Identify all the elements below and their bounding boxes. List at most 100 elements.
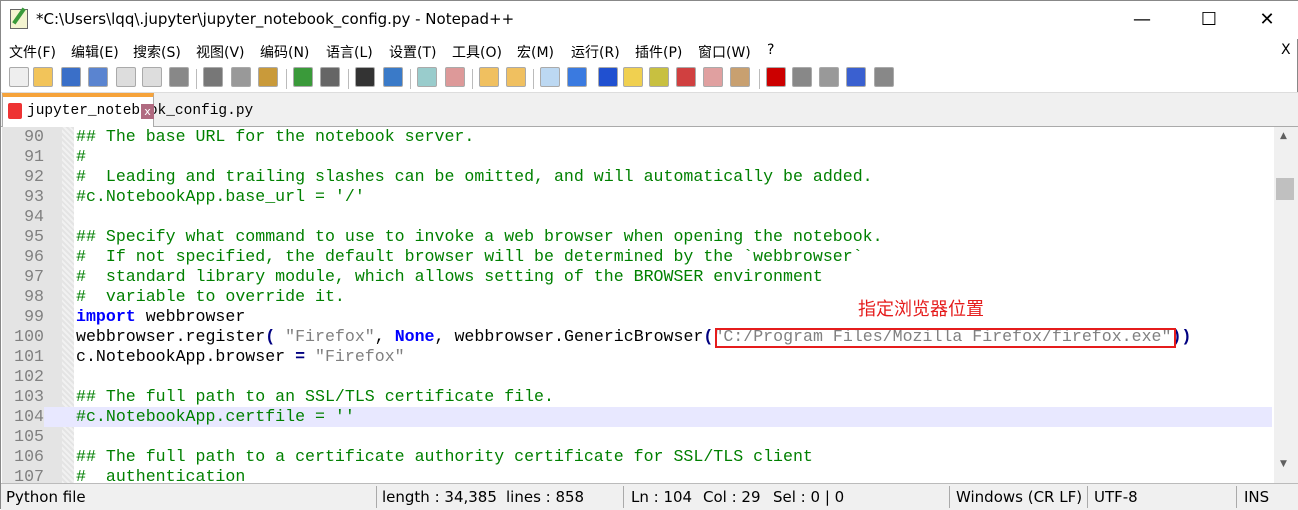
menu-bar: 文件(F) 编辑(E) 搜索(S) 视图(V) 编码(N) 语言(L) 设置(T… (1, 39, 1298, 63)
title-bar: *C:\Users\lqq\.jupyter\jupyter_notebook_… (1, 1, 1298, 39)
menu-help[interactable]: ? (767, 42, 774, 58)
code-token: ## The base URL for the notebook server. (76, 127, 475, 146)
zoom-in-icon[interactable] (417, 67, 437, 87)
menu-file[interactable]: 文件(F) (9, 42, 56, 62)
minimize-button[interactable]: — (1119, 5, 1165, 35)
replace-icon[interactable] (383, 67, 403, 87)
document-map-icon[interactable] (649, 67, 669, 87)
menu-language[interactable]: 语言(L) (326, 42, 373, 62)
code-line[interactable]: 102 (2, 367, 1272, 387)
menu-run[interactable]: 运行(R) (571, 42, 620, 62)
code-line[interactable]: 95 ## Specify what command to use to invo… (2, 227, 1272, 247)
line-number: 102 (2, 367, 44, 387)
line-code: # variable to override it. (76, 287, 345, 307)
line-number: 105 (2, 427, 44, 447)
code-editor[interactable]: 90 ## The base URL for the notebook serve… (2, 127, 1298, 483)
menu-settings[interactable]: 设置(T) (389, 42, 436, 62)
open-file-icon[interactable] (33, 67, 53, 87)
scroll-up-icon[interactable]: ▲ (1280, 131, 1287, 141)
tab-close-button[interactable]: x (141, 104, 154, 119)
line-number: 90 (2, 127, 44, 147)
run-macro-multiple-icon[interactable] (846, 67, 866, 87)
code-line[interactable]: 97 # standard library module, which allow… (2, 267, 1272, 287)
scroll-down-icon[interactable]: ▼ (1280, 459, 1287, 469)
line-code: #c.NotebookApp.base_url = '/' (76, 187, 365, 207)
menu-macro[interactable]: 宏(M) (517, 42, 554, 62)
monitoring-icon[interactable] (730, 67, 750, 87)
menu-encoding[interactable]: 编码(N) (260, 42, 309, 62)
code-line[interactable]: 103 ## The full path to an SSL/TLS certif… (2, 387, 1272, 407)
code-line[interactable]: 91 # (2, 147, 1272, 167)
code-line[interactable]: 90 ## The base URL for the notebook serve… (2, 127, 1272, 147)
code-token: ( (265, 327, 276, 346)
save-macro-icon[interactable] (874, 67, 894, 87)
play-macro-icon[interactable] (819, 67, 839, 87)
line-code: c.NotebookApp.browser = "Firefox" (76, 347, 405, 367)
line-number: 93 (2, 187, 44, 207)
close-button[interactable]: ✕ (1244, 5, 1290, 35)
maximize-button[interactable]: ☐ (1186, 5, 1232, 35)
code-line[interactable]: 96 # If not specified, the default browse… (2, 247, 1272, 267)
toolbar-separator (196, 69, 197, 89)
menu-plugins[interactable]: 插件(P) (635, 42, 682, 62)
toolbar-separator (533, 69, 534, 89)
vertical-scrollbar[interactable]: ▲ ▼ (1274, 127, 1298, 483)
save-icon[interactable] (61, 67, 81, 87)
close-all-icon[interactable] (142, 67, 162, 87)
language-define-icon[interactable] (623, 67, 643, 87)
code-line[interactable]: 106 ## The full path to a certificate aut… (2, 447, 1272, 467)
code-token: webbrowser (135, 307, 246, 326)
code-line[interactable]: 92 # Leading and trailing slashes can be … (2, 167, 1272, 187)
code-line[interactable]: 98 # variable to override it. (2, 287, 1272, 307)
code-line[interactable]: 93 #c.NotebookApp.base_url = '/' (2, 187, 1272, 207)
undo-icon[interactable] (293, 67, 313, 87)
code-line[interactable]: 94 (2, 207, 1272, 227)
line-code: # standard library module, which allows … (76, 267, 823, 287)
code-token: ## Specify what command to use to invoke… (76, 227, 883, 246)
line-number: 106 (2, 447, 44, 467)
menu-tools[interactable]: 工具(O) (452, 42, 502, 62)
annotation-label: 指定浏览器位置 (858, 299, 984, 320)
folder-workspace-icon[interactable] (703, 67, 723, 87)
new-file-icon[interactable] (9, 67, 29, 87)
close-icon[interactable] (116, 67, 136, 87)
sync-vertical-icon[interactable] (479, 67, 499, 87)
code-line[interactable]: 105 (2, 427, 1272, 447)
scrollbar-thumb[interactable] (1276, 178, 1294, 200)
code-line[interactable]: 107 # authentication (2, 467, 1272, 483)
line-code: #c.NotebookApp.certfile = '' (76, 407, 355, 427)
menu-search[interactable]: 搜索(S) (133, 42, 181, 62)
menu-edit[interactable]: 编辑(E) (71, 42, 119, 62)
indent-guide-icon[interactable] (598, 67, 618, 87)
cut-icon[interactable] (203, 67, 223, 87)
line-number: 92 (2, 167, 44, 187)
paste-icon[interactable] (258, 67, 278, 87)
status-column: Col : 29 (703, 488, 761, 506)
print-icon[interactable] (169, 67, 189, 87)
line-number: 97 (2, 267, 44, 287)
save-all-icon[interactable] (88, 67, 108, 87)
show-all-chars-icon[interactable] (567, 67, 587, 87)
code-token: "Firefox" (315, 347, 405, 366)
redo-icon[interactable] (320, 67, 340, 87)
record-macro-icon[interactable] (766, 67, 786, 87)
sync-horizontal-icon[interactable] (506, 67, 526, 87)
code-line[interactable]: 104 #c.NotebookApp.certfile = '' (2, 407, 1272, 427)
code-token: = (295, 347, 306, 366)
code-token: # authentication (76, 467, 246, 483)
function-list-icon[interactable] (676, 67, 696, 87)
close-document-button[interactable]: X (1281, 42, 1291, 58)
tab-jupyter-notebook-config[interactable]: jupyter_notebook_config.py x (2, 93, 253, 127)
stop-record-icon[interactable] (792, 67, 812, 87)
copy-icon[interactable] (231, 67, 251, 87)
code-token: ## The full path to a certificate author… (76, 447, 813, 466)
code-token: , webbrowser.GenericBrowser (434, 327, 704, 346)
word-wrap-icon[interactable] (540, 67, 560, 87)
zoom-out-icon[interactable] (445, 67, 465, 87)
menu-window[interactable]: 窗口(W) (698, 42, 751, 62)
menu-view[interactable]: 视图(V) (196, 42, 245, 62)
code-line[interactable]: 99 import webbrowser (2, 307, 1272, 327)
code-line[interactable]: 101 c.NotebookApp.browser = "Firefox" (2, 347, 1272, 367)
find-icon[interactable] (355, 67, 375, 87)
